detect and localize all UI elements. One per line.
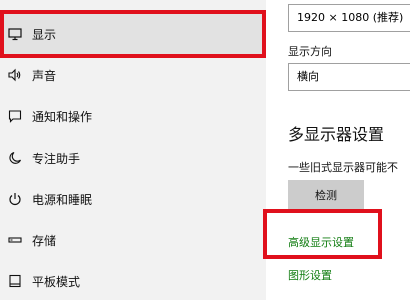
sidebar-item-tablet-mode[interactable]: 平板模式 [0,261,266,301]
storage-icon [8,233,22,247]
detect-button[interactable]: 检测 [288,180,364,210]
power-icon [8,192,22,206]
advanced-display-settings-link[interactable]: 高级显示设置 [288,234,354,250]
selection-indicator [0,22,3,46]
resolution-dropdown[interactable]: 1920 × 1080 (推荐) [288,4,410,32]
tablet-icon [8,274,22,288]
orientation-label: 显示方向 [288,45,332,58]
multi-display-description: 一些旧式显示器可能不 [288,161,398,174]
settings-sidebar: 显示 声音 通知和操作 专注助手 电源和睡眠 存储 平板模式 [0,0,266,300]
sidebar-item-label: 显示 [32,27,57,42]
notification-icon [8,109,22,123]
moon-icon [8,151,22,165]
display-settings-panel: 1920 × 1080 (推荐) 显示方向 横向 多显示器设置 一些旧式显示器可… [266,0,410,300]
sidebar-item-label: 电源和睡眠 [32,192,93,207]
sidebar-item-storage[interactable]: 存储 [0,220,266,260]
sidebar-item-label: 平板模式 [32,274,81,289]
sidebar-item-label: 专注助手 [32,151,81,166]
sidebar-item-focus-assist[interactable]: 专注助手 [0,138,266,178]
graphics-settings-link[interactable]: 图形设置 [288,267,332,283]
sidebar-item-display[interactable]: 显示 [0,14,266,54]
sidebar-item-label: 声音 [32,68,57,83]
orientation-dropdown[interactable]: 横向 [288,63,410,91]
sidebar-item-power-sleep[interactable]: 电源和睡眠 [0,179,266,219]
sidebar-item-notifications[interactable]: 通知和操作 [0,96,266,136]
multi-display-heading: 多显示器设置 [288,125,385,144]
monitor-icon [8,27,22,41]
speaker-icon [8,68,22,82]
sidebar-item-sound[interactable]: 声音 [0,55,266,95]
sidebar-item-label: 存储 [32,233,57,248]
sidebar-item-label: 通知和操作 [32,109,93,124]
